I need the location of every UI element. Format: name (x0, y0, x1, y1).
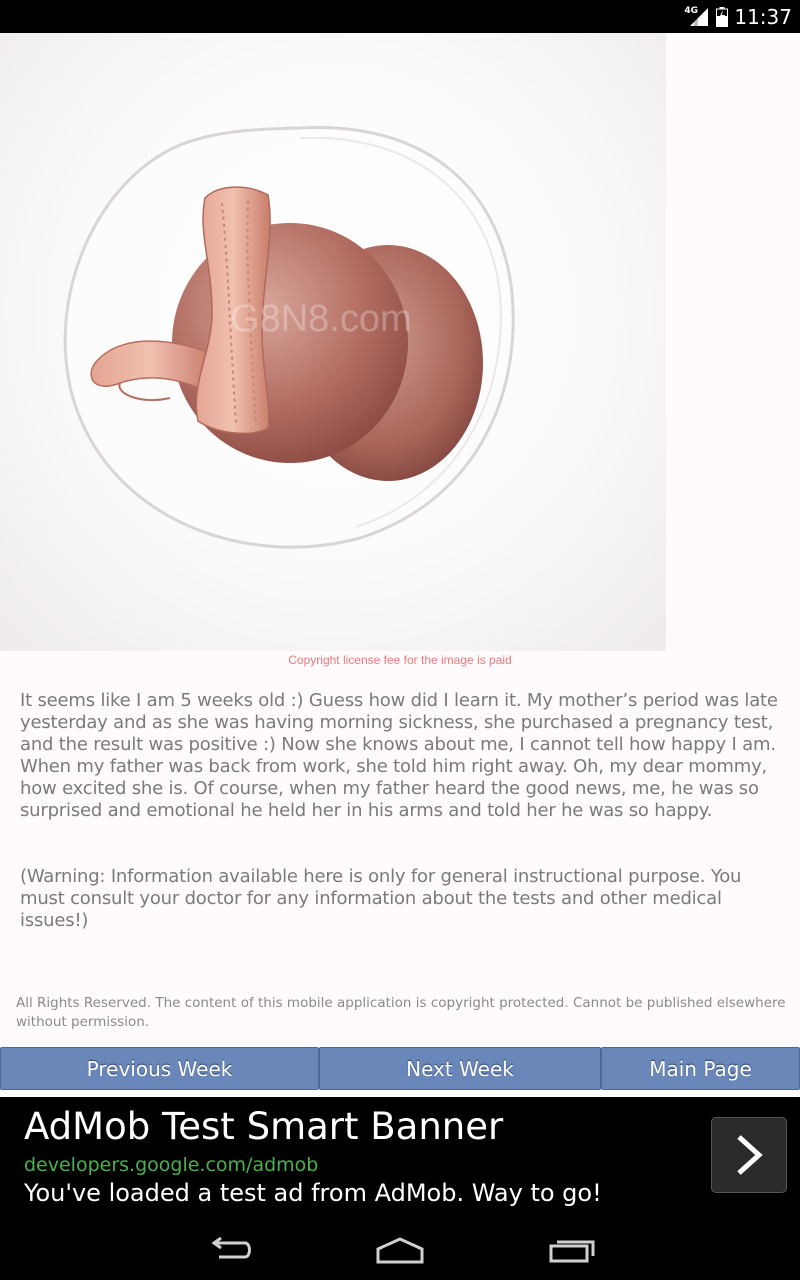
clock: 11:37 (734, 4, 792, 29)
recent-apps-button[interactable] (542, 1233, 602, 1267)
image-caption: Copyright license fee for the image is p… (288, 653, 512, 667)
ad-open-button[interactable] (711, 1117, 787, 1193)
ad-url: developers.google.com/admob (24, 1154, 319, 1176)
watermark-text: G8N8.com (230, 298, 412, 340)
home-button[interactable] (370, 1233, 430, 1267)
system-navigation-bar (0, 1215, 800, 1280)
battery-icon (716, 6, 729, 27)
ad-banner[interactable]: AdMob Test Smart Banner developers.googl… (0, 1097, 800, 1215)
week-navigation: Previous Week Next Week Main Page (0, 1047, 800, 1092)
warning-text: (Warning: Information available here is … (20, 866, 742, 931)
ad-description: You've loaded a test ad from AdMob. Way … (24, 1179, 602, 1207)
status-icons: 4G 11:37 (684, 0, 792, 33)
home-icon (376, 1237, 424, 1264)
back-button[interactable] (200, 1233, 260, 1267)
week-description: It seems like I am 5 weeks old :) Guess … (20, 690, 778, 821)
ad-title: AdMob Test Smart Banner (24, 1105, 504, 1148)
previous-week-button[interactable]: Previous Week (0, 1047, 319, 1090)
status-bar: 4G 11:37 (0, 0, 800, 33)
back-icon (211, 1237, 251, 1259)
recent-apps-icon (549, 1240, 595, 1263)
copyright-notice: All Rights Reserved. The content of this… (16, 995, 786, 1030)
signal-icon: 4G (684, 6, 710, 28)
main-page-button[interactable]: Main Page (601, 1047, 800, 1090)
embryo-image: G8N8.com (0, 33, 666, 651)
chevron-right-icon (737, 1135, 763, 1175)
next-week-button[interactable]: Next Week (319, 1047, 601, 1090)
